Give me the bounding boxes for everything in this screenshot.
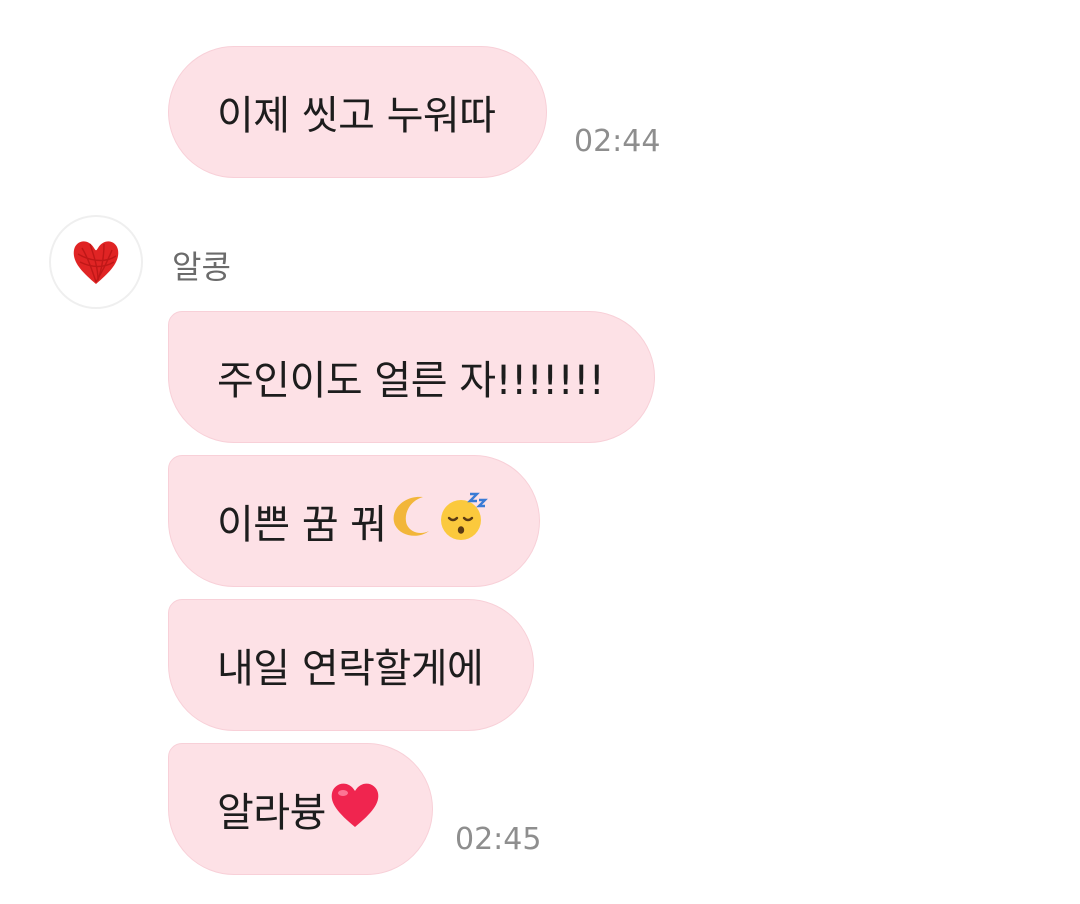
message-bubble[interactable]: 이쁜 꿈 꿔 (168, 455, 540, 587)
crescent-moon-icon (389, 493, 435, 549)
message-bubble[interactable]: 내일 연락할게에 (168, 599, 535, 731)
message-text: 이제 씻고 누워따 (217, 93, 496, 139)
message-bubble[interactable]: 알라븅 (168, 743, 433, 875)
message-text: 내일 연락할게에 (217, 646, 484, 692)
avatar[interactable] (49, 215, 143, 309)
red-heart-icon (328, 779, 382, 839)
message-bubble[interactable]: 주인이도 얼른 자!!!!!!! (168, 311, 656, 443)
message-timestamp: 02:44 (574, 124, 661, 159)
message-text: 이쁜 꿈 꿔 (217, 502, 387, 548)
message-bubble[interactable]: 이제 씻고 누워따 (168, 46, 547, 178)
message-text: 주인이도 얼른 자!!!!!!! (217, 358, 605, 404)
sleeping-face-icon (437, 490, 489, 552)
sender-name: 알콩 (172, 248, 231, 286)
red-heart-scribble-icon (73, 241, 119, 284)
message-text: 알라븅 (217, 790, 326, 836)
message-timestamp: 02:45 (455, 822, 542, 857)
